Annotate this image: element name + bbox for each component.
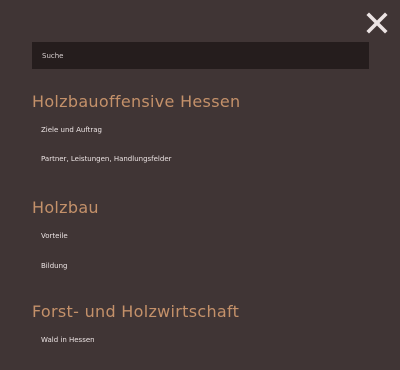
search-input[interactable] [32,42,369,69]
section-title-holzbau[interactable]: Holzbau [32,198,99,217]
navigation-menu-panel: Holzbauoffensive Hessen Ziele und Auftra… [0,0,400,370]
menu-link-partner-leistungen-handlungsfelder[interactable]: Partner, Leistungen, Handlungsfelder [41,155,172,163]
menu-link-wald-in-hessen[interactable]: Wald in Hessen [41,336,95,344]
menu-link-ziele-und-auftrag[interactable]: Ziele und Auftrag [41,126,102,134]
menu-link-bildung[interactable]: Bildung [41,262,67,270]
close-icon [366,12,388,34]
close-button[interactable] [366,12,388,34]
section-title-holzbauoffensive-hessen[interactable]: Holzbauoffensive Hessen [32,92,240,111]
menu-link-vorteile[interactable]: Vorteile [41,232,68,240]
section-title-forst-und-holzwirtschaft[interactable]: Forst- und Holzwirtschaft [32,302,239,321]
